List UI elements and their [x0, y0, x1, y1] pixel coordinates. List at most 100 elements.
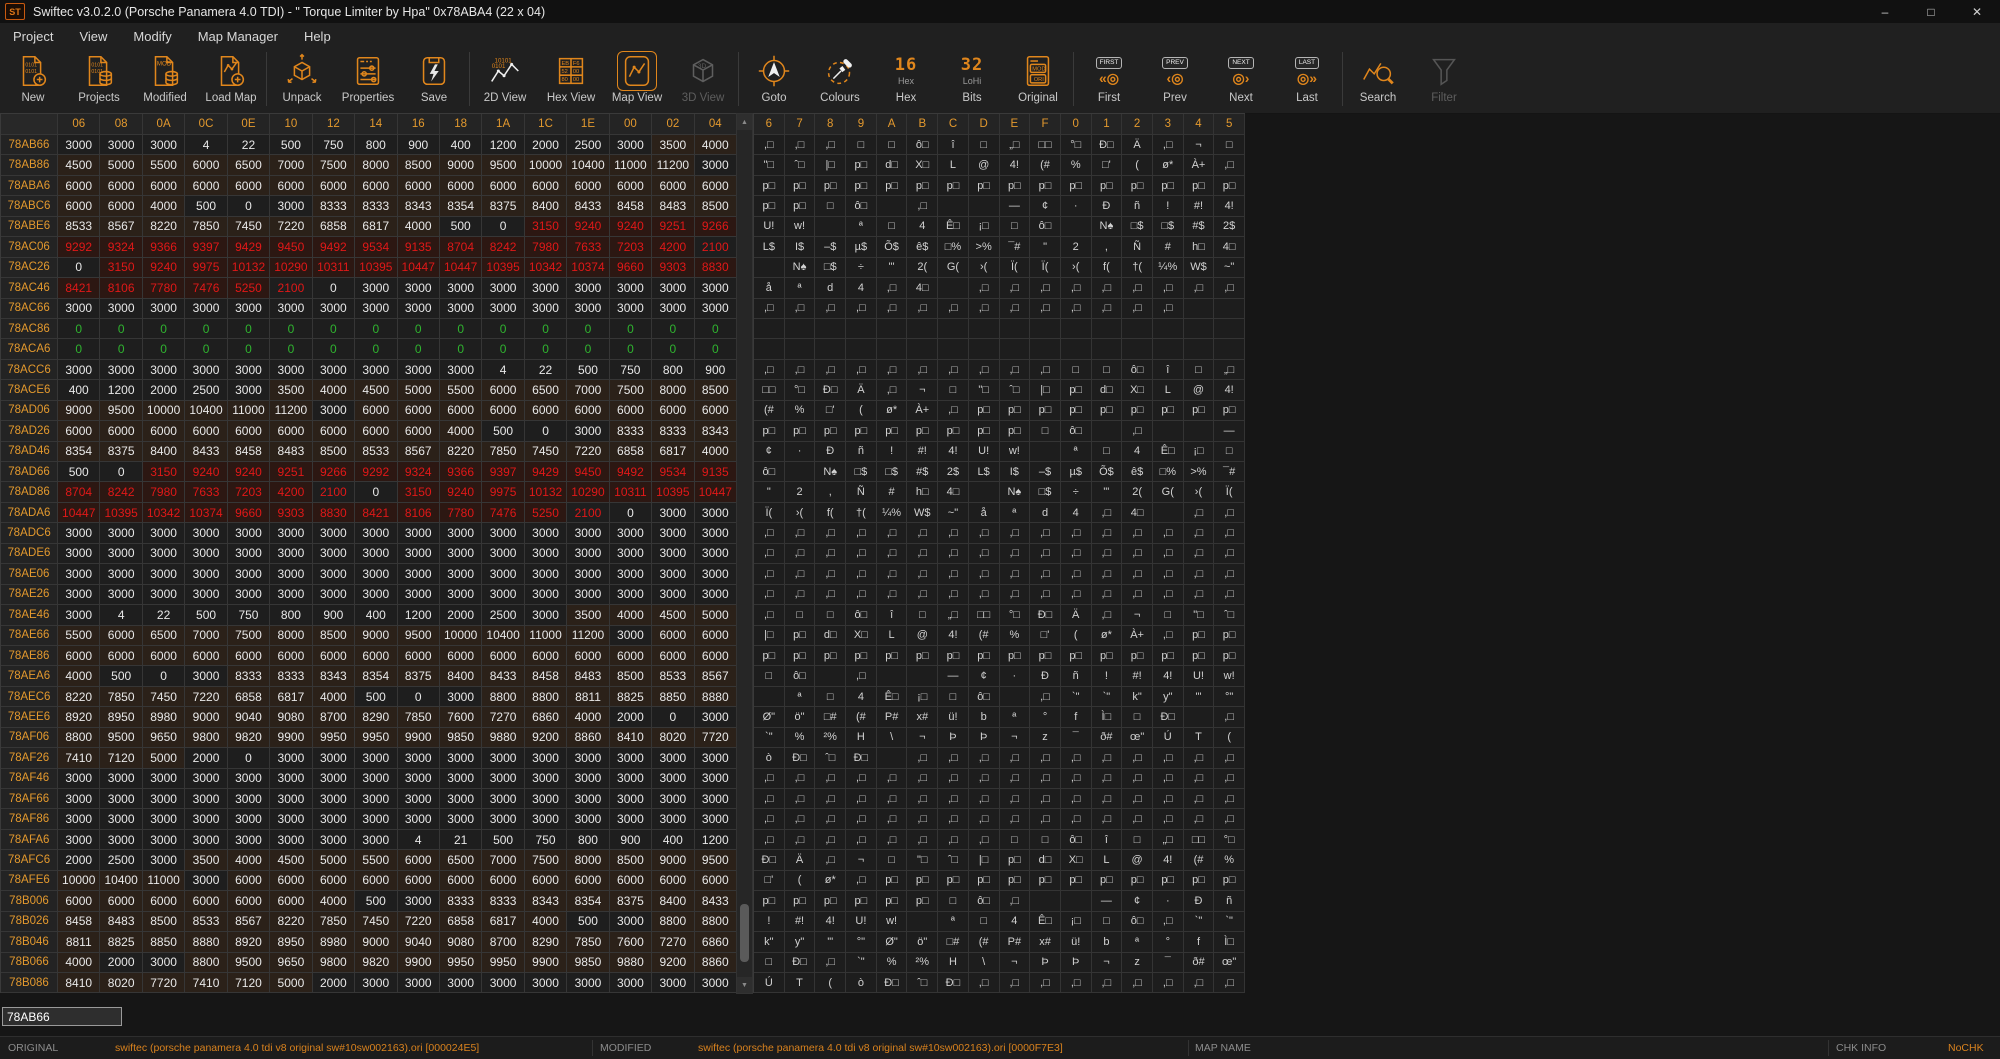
value-cell[interactable]: 4000 — [313, 687, 355, 707]
value-cell[interactable]: 6817 — [355, 217, 397, 237]
char-cell[interactable]: ,□ — [815, 769, 846, 789]
value-cell[interactable]: 3000 — [525, 769, 567, 789]
value-cell[interactable]: 8333 — [270, 666, 312, 686]
char-cell[interactable]: ,□ — [1184, 789, 1215, 809]
value-cell[interactable]: 10395 — [482, 258, 524, 278]
char-cell[interactable]: ,□ — [1000, 748, 1031, 768]
char-cell[interactable]: p□ — [1092, 646, 1123, 666]
value-cell[interactable]: 4500 — [652, 605, 694, 625]
value-cell[interactable]: 4000 — [567, 707, 609, 727]
value-cell[interactable]: 6000 — [355, 176, 397, 196]
char-cell[interactable]: ,□ — [969, 830, 1000, 850]
value-cell[interactable]: 10395 — [100, 503, 142, 523]
char-cell[interactable]: ,□ — [1000, 523, 1031, 543]
row-address[interactable]: 78AEE6 — [1, 707, 58, 727]
char-cell[interactable]: p□ — [907, 421, 938, 441]
char-cell[interactable]: Ð□ — [1153, 707, 1184, 727]
char-cell[interactable] — [1184, 319, 1215, 339]
char-cell[interactable]: □ — [1092, 360, 1123, 380]
char-cell[interactable]: ,□ — [877, 830, 908, 850]
char-cell[interactable]: Ê□ — [877, 687, 908, 707]
char-cell[interactable]: 4! — [938, 626, 969, 646]
value-cell[interactable]: 0 — [58, 258, 100, 278]
toolbar-button-unpack[interactable]: Unpack — [269, 49, 335, 104]
value-cell[interactable]: 3000 — [100, 769, 142, 789]
value-cell[interactable]: 3000 — [185, 809, 227, 829]
char-cell[interactable]: I$ — [785, 237, 816, 257]
value-cell[interactable]: 3500 — [270, 380, 312, 400]
char-cell[interactable]: ,□ — [1061, 585, 1092, 605]
value-cell[interactable]: 0 — [100, 462, 142, 482]
value-cell[interactable]: 3000 — [695, 809, 737, 829]
value-cell[interactable]: 7203 — [228, 482, 270, 502]
char-cell[interactable]: ,□ — [938, 809, 969, 829]
value-cell[interactable]: 9450 — [567, 462, 609, 482]
value-cell[interactable]: 22 — [143, 605, 185, 625]
value-cell[interactable]: 3000 — [440, 585, 482, 605]
char-cell[interactable]: p□ — [1153, 401, 1184, 421]
value-cell[interactable]: 3000 — [270, 360, 312, 380]
value-cell[interactable]: 6000 — [652, 401, 694, 421]
value-cell[interactable]: 3000 — [228, 809, 270, 829]
char-cell[interactable]: "' — [1092, 482, 1123, 502]
char-cell[interactable]: (# — [754, 401, 785, 421]
char-cell[interactable]: >% — [1184, 462, 1215, 482]
value-cell[interactable]: 3000 — [695, 769, 737, 789]
char-cell[interactable] — [1000, 339, 1031, 359]
value-cell[interactable]: 9950 — [440, 953, 482, 973]
value-cell[interactable]: 5500 — [58, 626, 100, 646]
value-cell[interactable]: 7000 — [185, 626, 227, 646]
char-cell[interactable]: p□ — [907, 891, 938, 911]
value-cell[interactable]: 4000 — [525, 912, 567, 932]
value-cell[interactable]: 3000 — [143, 135, 185, 155]
char-cell[interactable]: Ú — [754, 973, 785, 993]
value-cell[interactable]: 10447 — [58, 503, 100, 523]
value-cell[interactable]: 6500 — [228, 155, 270, 175]
value-cell[interactable]: 3000 — [610, 912, 652, 932]
char-cell[interactable]: ,□ — [754, 585, 785, 605]
value-cell[interactable]: 8811 — [567, 687, 609, 707]
char-cell[interactable]: p□ — [754, 196, 785, 216]
char-cell[interactable]: □' — [754, 871, 785, 891]
row-address[interactable]: 78AC86 — [1, 319, 58, 339]
char-cell[interactable]: p□ — [877, 176, 908, 196]
char-cell[interactable]: œ" — [1122, 728, 1153, 748]
char-cell[interactable]: p□ — [1214, 176, 1245, 196]
value-cell[interactable]: 0 — [695, 339, 737, 359]
value-cell[interactable]: 9950 — [482, 953, 524, 973]
value-cell[interactable]: 3000 — [695, 585, 737, 605]
value-cell[interactable]: 3000 — [228, 789, 270, 809]
char-cell[interactable]: ,□ — [1153, 809, 1184, 829]
value-cell[interactable]: 500 — [185, 196, 227, 216]
char-cell[interactable]: □ — [877, 217, 908, 237]
char-cell[interactable]: Ì□ — [1214, 932, 1245, 952]
value-cell[interactable]: 6000 — [567, 871, 609, 891]
value-cell[interactable]: 8500 — [610, 666, 652, 686]
row-address[interactable]: 78ADE6 — [1, 544, 58, 564]
char-cell[interactable]: @ — [1122, 850, 1153, 870]
char-cell[interactable]: #$ — [1184, 217, 1215, 237]
char-cell[interactable]: p□ — [1122, 871, 1153, 891]
row-address[interactable]: 78AE06 — [1, 564, 58, 584]
char-cell[interactable]: p□ — [1030, 176, 1061, 196]
char-cell[interactable] — [907, 912, 938, 932]
char-cell[interactable]: □$ — [1153, 217, 1184, 237]
char-cell[interactable]: ,□ — [1153, 912, 1184, 932]
value-cell[interactable]: 3000 — [525, 973, 567, 993]
toolbar-button-last[interactable]: LAST◎»Last — [1274, 49, 1340, 104]
value-cell[interactable]: 7500 — [610, 380, 652, 400]
char-cell[interactable]: ô□ — [969, 687, 1000, 707]
value-cell[interactable]: 3000 — [313, 789, 355, 809]
char-cell[interactable]: Õ$ — [877, 237, 908, 257]
char-cell[interactable]: p□ — [1061, 380, 1092, 400]
char-cell[interactable]: ,□ — [785, 523, 816, 543]
char-cell[interactable]: ,□ — [1153, 278, 1184, 298]
char-cell[interactable]: L — [1092, 850, 1123, 870]
row-address[interactable]: 78B026 — [1, 912, 58, 932]
value-cell[interactable]: 8242 — [482, 237, 524, 257]
value-cell[interactable]: 3000 — [610, 769, 652, 789]
value-cell[interactable]: 8000 — [270, 626, 312, 646]
char-cell[interactable]: ,□ — [815, 809, 846, 829]
char-cell[interactable]: w! — [785, 217, 816, 237]
value-cell[interactable]: 8020 — [652, 728, 694, 748]
